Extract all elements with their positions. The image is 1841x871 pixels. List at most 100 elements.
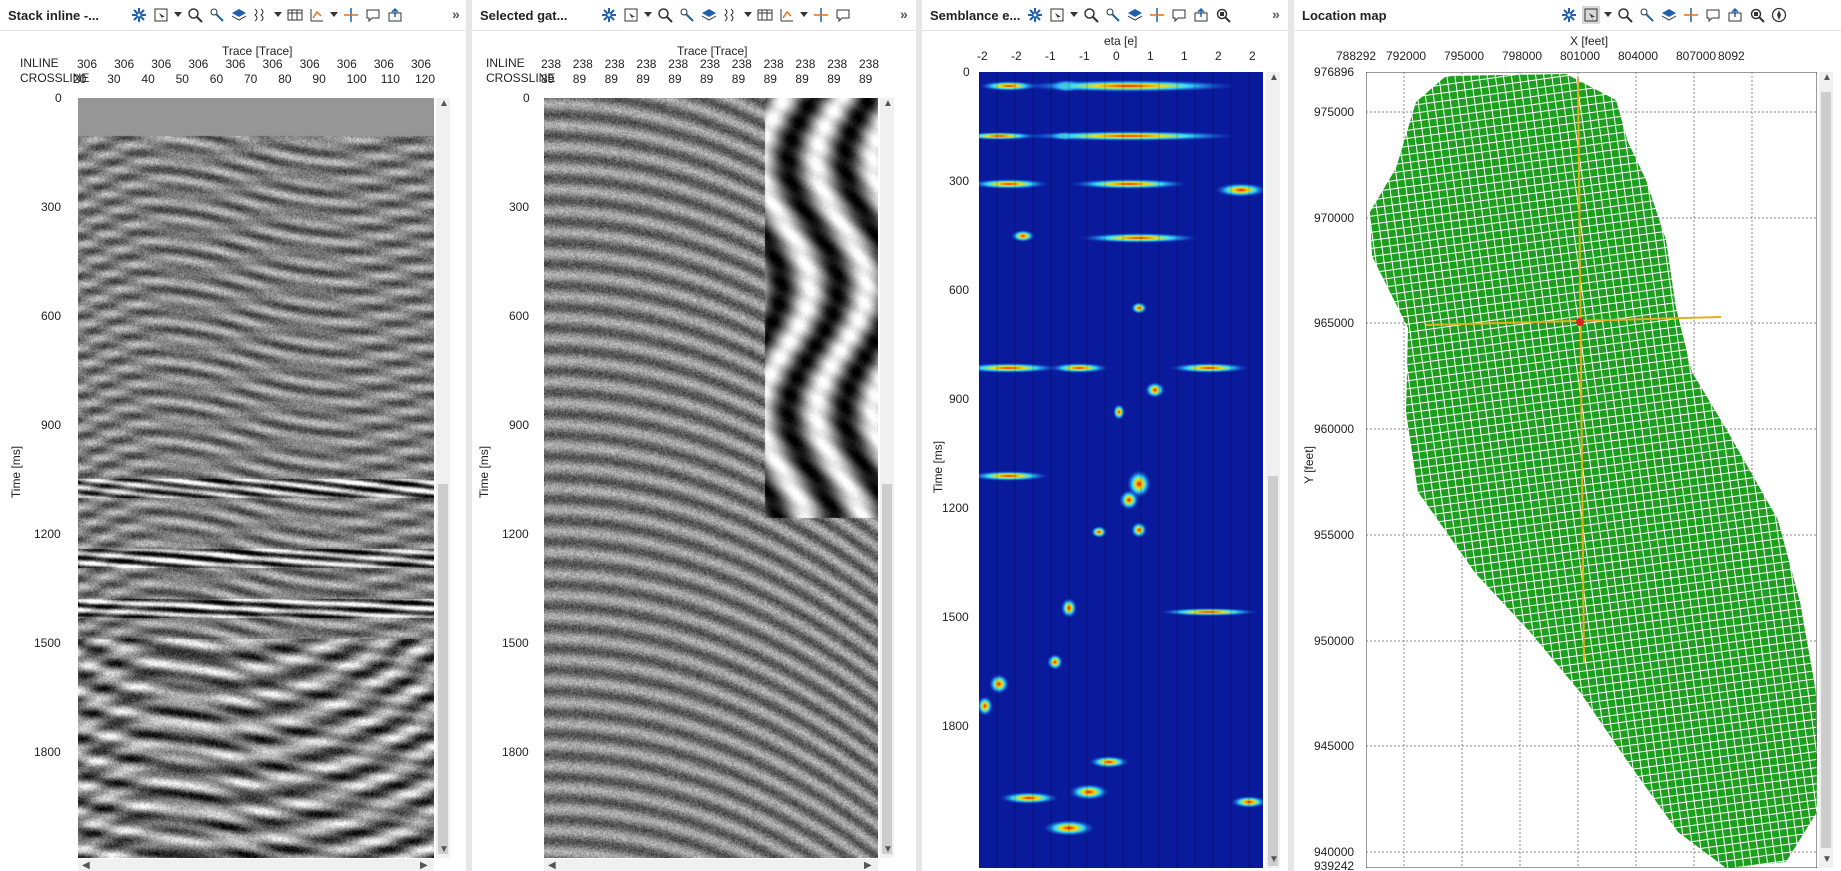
compass-icon[interactable]	[1770, 6, 1788, 24]
semblance-vertical-scroll-thumb[interactable]	[1268, 476, 1278, 866]
zoom-magnifier-icon[interactable]	[1082, 6, 1100, 24]
gather-vertical-scroll-thumb[interactable]	[882, 484, 892, 854]
map-y-tick: 939242	[1314, 859, 1355, 871]
map-x-axis-label: X [feet]	[1570, 34, 1609, 48]
export-image-icon[interactable]	[386, 6, 404, 24]
view-dropdown-chevron-icon[interactable]	[1604, 6, 1612, 24]
gather-seismic-image[interactable]	[544, 98, 878, 858]
map-vertical-scroll-thumb[interactable]	[1821, 92, 1831, 848]
stack-toolbar	[130, 5, 404, 25]
stack-inline-tick: 306	[373, 57, 394, 71]
semblance-y-tick: 1800	[942, 719, 969, 733]
map-scroll-down-arrow-icon[interactable]: ▼	[1822, 854, 1832, 865]
view-select-icon[interactable]	[622, 6, 640, 24]
location-map-plot[interactable]	[1366, 72, 1817, 868]
crosshair-icon[interactable]	[812, 6, 830, 24]
annotation-comment-icon[interactable]	[364, 6, 382, 24]
pick-tool-icon[interactable]	[1104, 6, 1122, 24]
pick-tool-icon[interactable]	[678, 6, 696, 24]
gather-crossline-tick: 89	[636, 72, 650, 86]
semblance-toolbar-overflow-icon[interactable]: »	[1272, 6, 1280, 22]
export-image-icon[interactable]	[1192, 6, 1210, 24]
gather-scroll-left-arrow-icon[interactable]: ◀	[548, 860, 556, 871]
map-x-tick: 807000	[1676, 49, 1717, 63]
wiggle-dropdown-chevron-icon[interactable]	[274, 6, 282, 24]
crosshair-icon[interactable]	[1148, 6, 1166, 24]
view-select-icon[interactable]	[1048, 6, 1066, 24]
stack-toolbar-overflow-icon[interactable]: »	[452, 6, 460, 22]
layers-icon[interactable]	[230, 6, 248, 24]
gather-crossline-tick: 89	[668, 72, 682, 86]
semblance-velocity-image[interactable]	[979, 72, 1263, 868]
settings-gear-icon[interactable]	[600, 6, 618, 24]
gather-toolbar-overflow-icon[interactable]: »	[900, 6, 908, 22]
gather-inline-tick: 238	[795, 57, 816, 71]
stack-panel: Stack inline -... » Trace [Trace] INLINE…	[0, 0, 466, 871]
layers-icon[interactable]	[1126, 6, 1144, 24]
gather-inline-tick: 238	[572, 57, 593, 71]
pick-tool-icon[interactable]	[208, 6, 226, 24]
stack-scroll-down-arrow-icon[interactable]: ▼	[439, 844, 449, 855]
stack-scroll-up-arrow-icon[interactable]: ▲	[439, 98, 449, 109]
settings-gear-icon[interactable]	[1026, 6, 1044, 24]
stack-vertical-scrollbar[interactable]	[436, 98, 450, 858]
map-scroll-up-arrow-icon[interactable]: ▲	[1822, 72, 1832, 83]
zoom-magnifier-icon[interactable]	[1616, 6, 1634, 24]
wiggle-display-icon[interactable]	[722, 6, 740, 24]
axis-dropdown-chevron-icon[interactable]	[330, 6, 338, 24]
stack-vertical-scroll-thumb[interactable]	[438, 484, 448, 854]
view-dropdown-chevron-icon[interactable]	[644, 6, 652, 24]
stack-y-tick: 1800	[34, 745, 61, 759]
zoom-magnifier-icon[interactable]	[186, 6, 204, 24]
axis-plot-icon[interactable]	[308, 6, 326, 24]
stack-scroll-right-arrow-icon[interactable]: ▶	[420, 860, 428, 871]
axis-dropdown-chevron-icon[interactable]	[800, 6, 808, 24]
selected-location-marker	[1576, 318, 1584, 326]
gather-crossline-tick: 89	[541, 72, 555, 86]
settings-gear-icon[interactable]	[130, 6, 148, 24]
header-table-icon[interactable]	[286, 6, 304, 24]
stack-seismic-image[interactable]	[78, 98, 434, 858]
gather-inline-tick: 238	[763, 57, 784, 71]
semblance-toolbar	[1026, 5, 1232, 25]
view-dropdown-chevron-icon[interactable]	[174, 6, 182, 24]
zoom-magnifier-icon[interactable]	[656, 6, 674, 24]
zoom-fit-icon[interactable]	[1214, 6, 1232, 24]
pick-tool-icon[interactable]	[1638, 6, 1656, 24]
export-image-icon[interactable]	[1726, 6, 1744, 24]
stack-y-axis-label: Time [ms]	[9, 445, 24, 499]
view-dropdown-chevron-icon[interactable]	[1070, 6, 1078, 24]
axis-plot-icon[interactable]	[778, 6, 796, 24]
stack-y-tick: 600	[41, 309, 62, 323]
annotation-comment-icon[interactable]	[834, 6, 852, 24]
view-select-icon[interactable]	[1582, 6, 1600, 24]
semblance-scroll-up-arrow-icon[interactable]: ▲	[1269, 72, 1279, 83]
map-vertical-scrollbar[interactable]	[1819, 72, 1833, 868]
semblance-scroll-down-arrow-icon[interactable]: ▼	[1269, 854, 1279, 865]
layers-icon[interactable]	[1660, 6, 1678, 24]
gather-inline-tick: 238	[827, 57, 848, 71]
gather-title: Selected gat...	[480, 8, 568, 23]
settings-gear-icon[interactable]	[1560, 6, 1578, 24]
crosshair-icon[interactable]	[342, 6, 360, 24]
layers-icon[interactable]	[700, 6, 718, 24]
gather-inline-tick: 238	[604, 57, 625, 71]
gather-scroll-up-arrow-icon[interactable]: ▲	[883, 98, 893, 109]
gather-scroll-down-arrow-icon[interactable]: ▼	[883, 844, 893, 855]
stack-scroll-left-arrow-icon[interactable]: ◀	[82, 860, 90, 871]
gather-horizontal-scrollbar[interactable]	[544, 859, 878, 871]
crosshair-icon[interactable]	[1682, 6, 1700, 24]
zoom-fit-icon[interactable]	[1748, 6, 1766, 24]
gather-crossline-tick: 89	[827, 72, 841, 86]
annotation-comment-icon[interactable]	[1704, 6, 1722, 24]
header-table-icon[interactable]	[756, 6, 774, 24]
stack-horizontal-scrollbar[interactable]	[78, 859, 434, 871]
semblance-vertical-scrollbar[interactable]	[1266, 72, 1280, 868]
gather-vertical-scrollbar[interactable]	[880, 98, 894, 858]
view-select-icon[interactable]	[152, 6, 170, 24]
wiggle-display-icon[interactable]	[252, 6, 270, 24]
gather-scroll-right-arrow-icon[interactable]: ▶	[864, 860, 872, 871]
wiggle-dropdown-chevron-icon[interactable]	[744, 6, 752, 24]
gather-inline-tick: 238	[636, 57, 657, 71]
annotation-comment-icon[interactable]	[1170, 6, 1188, 24]
